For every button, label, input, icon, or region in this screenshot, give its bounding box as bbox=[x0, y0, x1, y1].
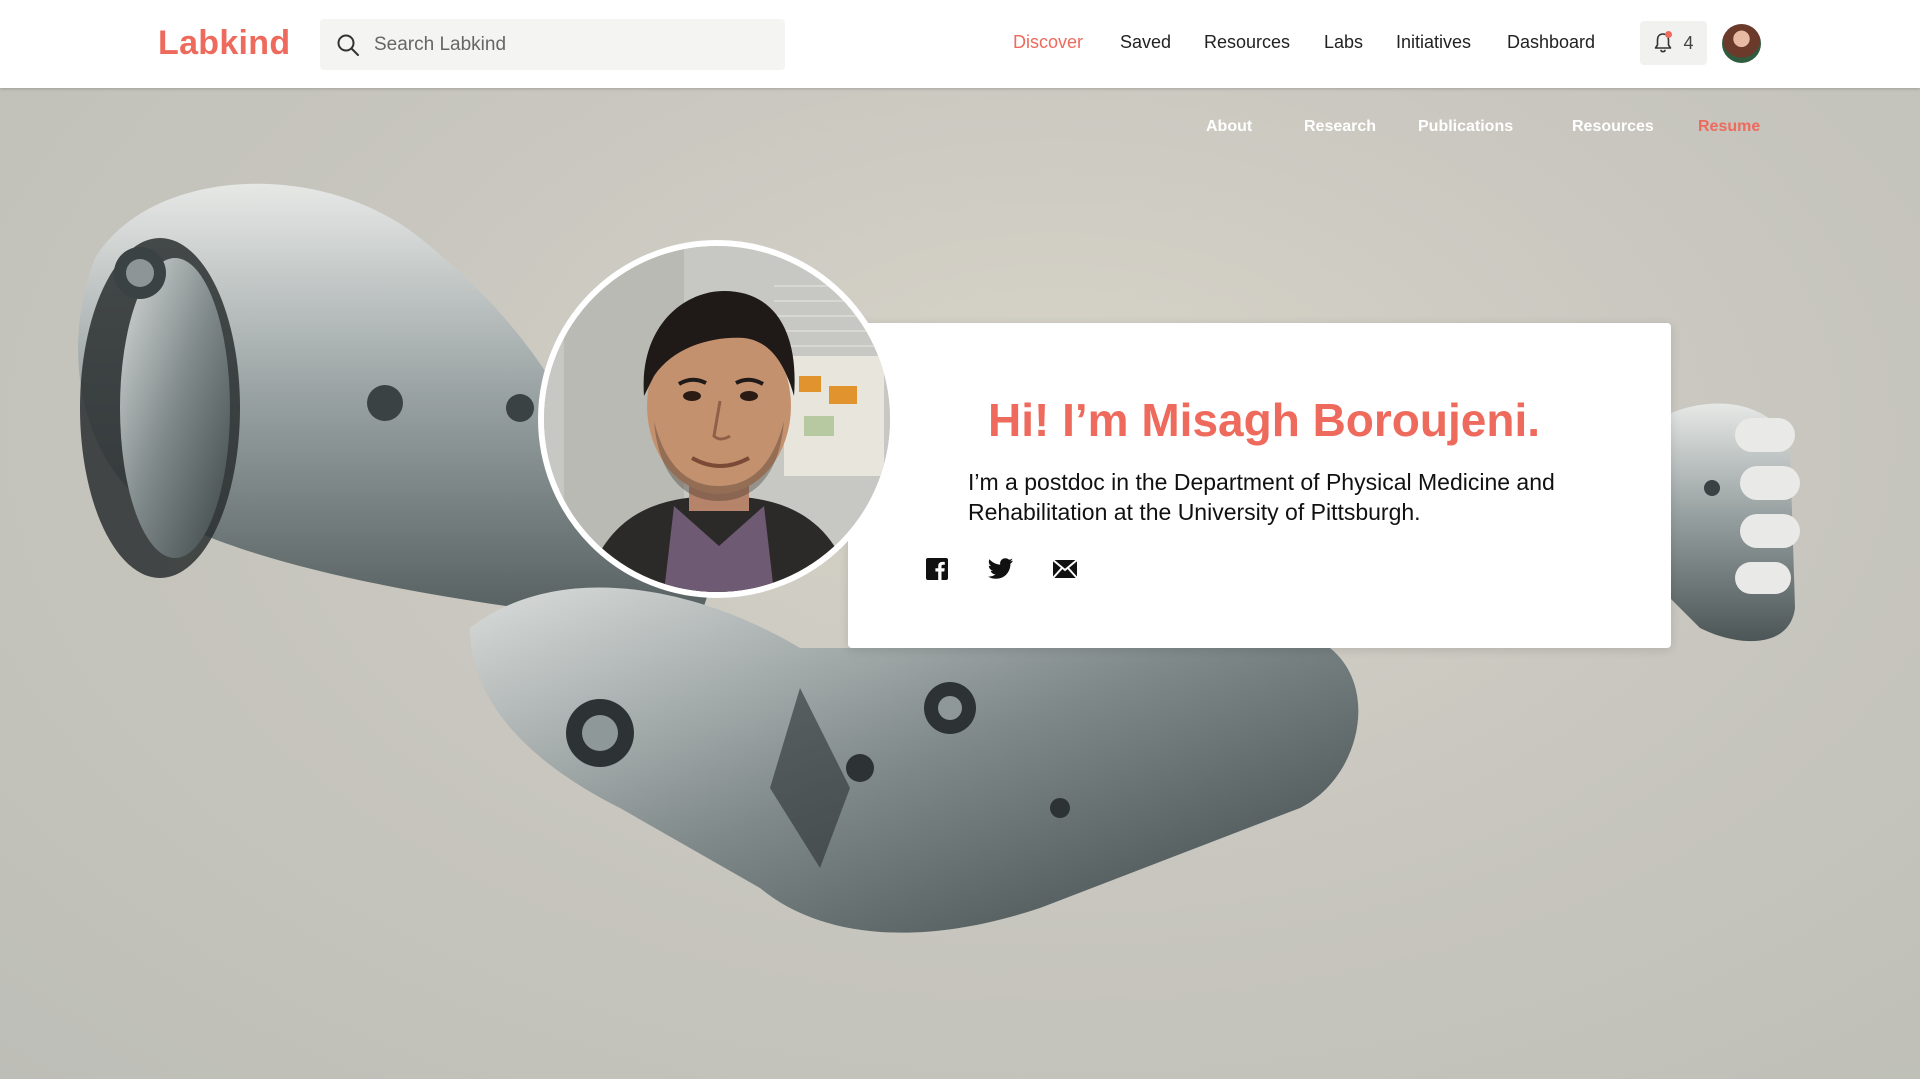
profile-greeting: Hi! I’m Misagh Boroujeni. bbox=[988, 394, 1541, 446]
subnav-research[interactable]: Research bbox=[1304, 118, 1376, 136]
twitter-icon[interactable] bbox=[988, 556, 1014, 582]
social-links bbox=[924, 556, 1078, 582]
nav-dashboard[interactable]: Dashboard bbox=[1507, 32, 1595, 53]
nav-saved[interactable]: Saved bbox=[1120, 32, 1171, 53]
user-avatar[interactable] bbox=[1722, 24, 1761, 63]
top-navigation-bar: Labkind Discover Saved Resources Labs In… bbox=[0, 0, 1920, 88]
profile-hero: About Research Publications Resources Re… bbox=[0, 88, 1920, 1079]
subnav-resume[interactable]: Resume bbox=[1698, 118, 1760, 136]
notification-dot bbox=[1665, 31, 1672, 38]
subnav-resources[interactable]: Resources bbox=[1572, 118, 1654, 136]
profile-bio: I’m a postdoc in the Department of Physi… bbox=[968, 469, 1555, 525]
subnav-publications[interactable]: Publications bbox=[1418, 118, 1513, 136]
nav-resources[interactable]: Resources bbox=[1204, 32, 1290, 53]
facebook-icon[interactable] bbox=[924, 556, 950, 582]
profile-card: Hi! I’m Misagh Boroujeni. I’m a postdoc … bbox=[848, 323, 1671, 648]
subnav-about[interactable]: About bbox=[1206, 118, 1252, 136]
nav-discover[interactable]: Discover bbox=[1013, 32, 1083, 53]
email-icon[interactable] bbox=[1052, 556, 1078, 582]
main-nav: Discover Saved Resources Labs Initiative… bbox=[0, 32, 1920, 58]
notification-count: 4 bbox=[1683, 32, 1694, 53]
nav-initiatives[interactable]: Initiatives bbox=[1396, 32, 1471, 53]
nav-labs[interactable]: Labs bbox=[1324, 32, 1363, 53]
notifications-button[interactable]: 4 bbox=[1640, 21, 1707, 65]
profile-photo bbox=[538, 240, 896, 598]
